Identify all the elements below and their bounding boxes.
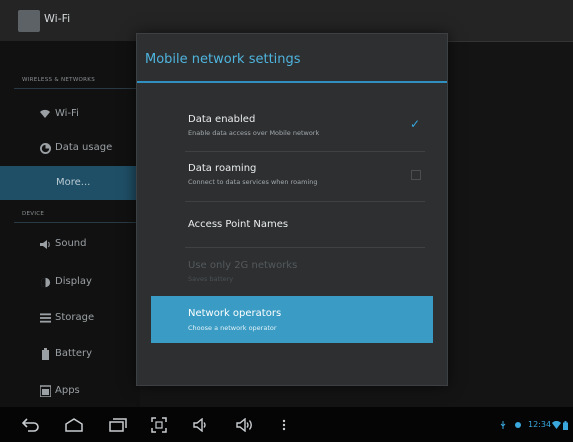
sound-icon: [38, 237, 52, 251]
setting-summary: Enable data access over Mobile network: [188, 129, 320, 137]
setting-title: Use only 2G networks: [188, 260, 298, 271]
section-header-wireless: WIRELESS & NETWORKS: [22, 77, 95, 83]
sidebar-item-label: Storage: [55, 312, 95, 323]
section-divider: [14, 88, 136, 89]
row-divider: [185, 247, 425, 248]
screenshot-icon[interactable]: [149, 415, 169, 435]
data-roaming-setting[interactable]: Data roaming Connect to data services wh…: [151, 154, 433, 198]
data-enabled-setting[interactable]: Data enabled Enable data access over Mob…: [151, 104, 433, 148]
wifi-icon: [38, 107, 52, 121]
network-operators-setting[interactable]: Network operators Choose a network opera…: [151, 296, 433, 343]
mobile-network-settings-dialog: Mobile network settings Data enabled Ena…: [136, 33, 448, 386]
sidebar-item-battery[interactable]: Battery: [0, 337, 140, 371]
usb-notification-icon[interactable]: [500, 421, 506, 431]
setting-title: Data enabled: [188, 114, 256, 125]
storage-icon: [38, 311, 52, 325]
battery-icon: [38, 347, 52, 361]
sidebar-item-label: Wi-Fi: [55, 108, 79, 119]
sidebar-item-label: Display: [55, 276, 92, 287]
sidebar-item-storage[interactable]: Storage: [0, 301, 140, 335]
section-header-device: DEVICE: [22, 211, 45, 217]
sidebar-item-label: More...: [56, 177, 91, 188]
setting-title: Network operators: [188, 308, 282, 319]
display-icon: [38, 275, 52, 289]
volume-up-icon[interactable]: [234, 415, 256, 435]
action-bar-title: Wi-Fi: [44, 12, 71, 25]
status-clock: 12:34: [528, 420, 552, 429]
data-usage-icon: [38, 141, 52, 155]
notification-icon[interactable]: [514, 421, 522, 431]
sidebar-item-label: Data usage: [55, 142, 113, 153]
sidebar-item-apps[interactable]: Apps: [0, 374, 140, 408]
use-only-2g-setting: Use only 2G networks Saves battery: [151, 250, 433, 290]
back-icon[interactable]: [20, 415, 42, 435]
navigation-bar: 12:34: [0, 407, 573, 442]
menu-icon[interactable]: [279, 415, 289, 435]
wifi-status-icon: [552, 420, 561, 431]
row-divider: [185, 151, 425, 152]
sidebar-item-more[interactable]: More...: [0, 166, 140, 200]
sidebar-item-data-usage[interactable]: Data usage: [0, 131, 140, 165]
volume-down-icon[interactable]: [191, 415, 211, 435]
setting-summary: Connect to data services when roaming: [188, 178, 318, 186]
sidebar-item-label: Battery: [55, 348, 93, 359]
dialog-title: Mobile network settings: [145, 52, 301, 67]
data-roaming-checkbox[interactable]: [411, 170, 421, 180]
sidebar-item-wifi[interactable]: Wi-Fi: [0, 97, 140, 131]
home-icon[interactable]: [62, 415, 86, 435]
battery-status-icon: [563, 421, 568, 432]
sidebar-item-label: Sound: [55, 238, 87, 249]
row-divider: [185, 201, 425, 202]
setting-summary: Saves battery: [188, 275, 234, 283]
settings-sidebar: WIRELESS & NETWORKS Wi-Fi Data usage Mor…: [0, 41, 140, 407]
data-enabled-checkbox[interactable]: ✓: [409, 117, 421, 131]
setting-title: Access Point Names: [188, 219, 289, 230]
sidebar-item-sound[interactable]: Sound: [0, 227, 140, 261]
sidebar-item-display[interactable]: Display: [0, 265, 140, 299]
dialog-title-divider: [137, 81, 447, 83]
access-point-names-setting[interactable]: Access Point Names: [151, 204, 433, 244]
setting-title: Data roaming: [188, 163, 257, 174]
recent-apps-icon[interactable]: [107, 415, 129, 435]
setting-summary: Choose a network operator: [188, 324, 277, 332]
settings-app-icon[interactable]: [18, 10, 40, 32]
sidebar-item-label: Apps: [55, 385, 80, 396]
apps-icon: [38, 384, 52, 398]
section-divider: [14, 222, 136, 223]
